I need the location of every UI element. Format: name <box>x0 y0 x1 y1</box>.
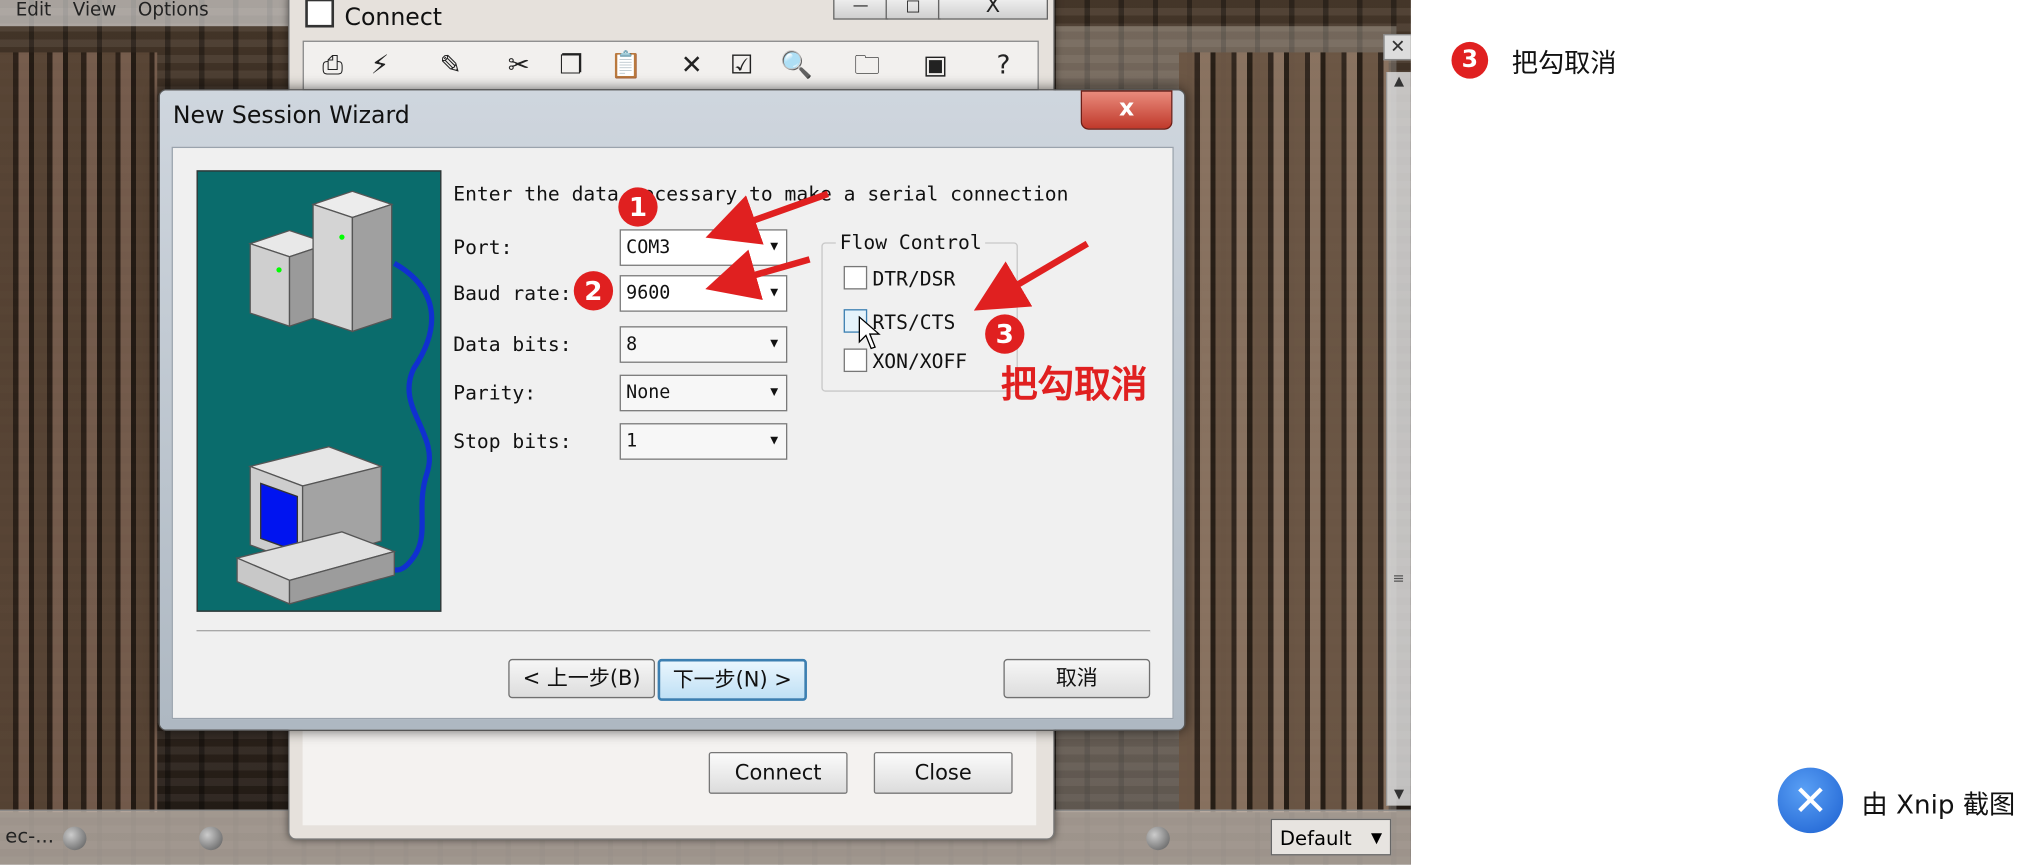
screenshot-area: Edit View Options ✕ ▲ ≡ ▼ ec-... Default… <box>0 0 1411 865</box>
arrow-to-baud <box>705 249 811 300</box>
arrow-to-rts-cts <box>973 240 1089 311</box>
arrow-to-port <box>705 190 830 245</box>
annotation-badge-2: 2 <box>573 271 614 311</box>
annotation-badge-3: 3 <box>985 314 1025 354</box>
annotation-arrows <box>705 190 1089 311</box>
xnip-logo-icon: ✕ <box>1777 767 1844 834</box>
xnip-watermark-text: 由 Xnip 截图 <box>1861 788 2016 821</box>
side-note-text: 把勾取消 <box>1511 47 1617 79</box>
annotation-badge-1: 1 <box>618 187 658 227</box>
side-note-badge: 3 <box>1451 41 1489 79</box>
annotation-text-3: 把勾取消 <box>1000 362 1148 407</box>
